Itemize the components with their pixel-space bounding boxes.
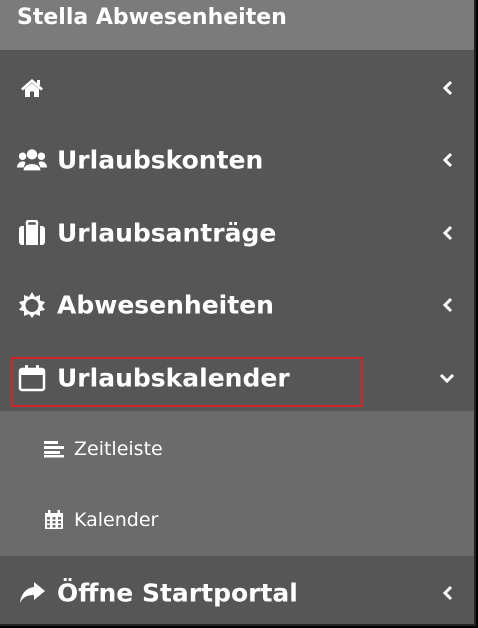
submenu-item-label: Kalender [74, 509, 159, 531]
submenu-item-zeitleiste[interactable]: Zeitleiste [0, 413, 474, 485]
calendar-grid-icon [43, 509, 65, 531]
chevron-left-icon [438, 151, 456, 169]
sidebar-item-urlaubsantraege[interactable]: Urlaubsanträge [0, 197, 474, 269]
sidebar-item-label: Urlaubskonten [57, 145, 264, 175]
chevron-left-icon [438, 224, 456, 242]
sun-icon [17, 290, 47, 320]
share-arrow-icon [17, 578, 47, 608]
chevron-left-icon [438, 296, 456, 314]
sidebar-item-urlaubskonten[interactable]: Urlaubskonten [0, 124, 474, 196]
selection-highlight [11, 357, 363, 407]
chevron-left-icon [438, 584, 456, 602]
chevron-left-icon [438, 79, 456, 97]
home-icon [17, 73, 47, 103]
timeline-icon [43, 438, 65, 460]
sidebar-item-startportal[interactable]: Öffne Startportal [0, 557, 474, 624]
users-icon [17, 145, 47, 175]
sidebar-item-label: Urlaubsanträge [57, 218, 277, 248]
sidebar-title: Stella Abwesenheiten [0, 0, 474, 50]
sidebar-item-label: Abwesenheiten [57, 290, 274, 320]
suitcase-icon [17, 218, 47, 248]
submenu-item-kalender[interactable]: Kalender [0, 484, 474, 556]
submenu-urlaubskalender: Zeitleiste Kalender [0, 411, 474, 556]
sidebar: Stella Abwesenheiten Urlaubskonten Urlau… [0, 0, 476, 626]
sidebar-item-abwesenheiten[interactable]: Abwesenheiten [0, 269, 474, 341]
submenu-item-label: Zeitleiste [74, 438, 163, 460]
sidebar-item-home[interactable] [0, 52, 474, 124]
chevron-down-icon [438, 369, 456, 387]
sidebar-item-label: Öffne Startportal [57, 578, 298, 608]
